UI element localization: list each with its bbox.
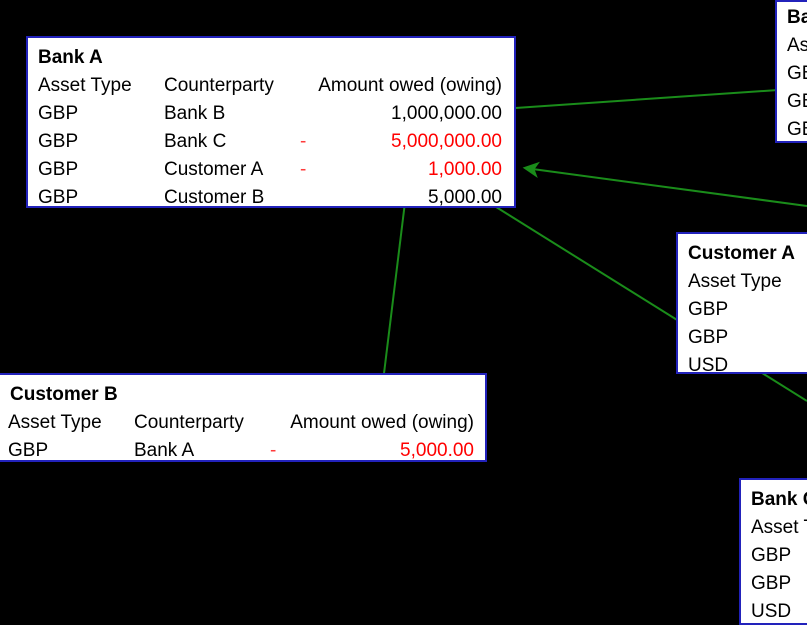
arrow-customer-a-to-bank-a bbox=[522, 161, 807, 207]
ledger-header-row: Asset Type Counterparty Amount owed (owi… bbox=[28, 72, 514, 100]
table-row[interactable]: GB bbox=[777, 88, 807, 116]
cell-asset-type: GBP bbox=[38, 159, 79, 180]
ledger-bank-b[interactable]: Ba Ass GB GB GB bbox=[775, 0, 807, 143]
cell-asset-type: GBP bbox=[38, 187, 79, 208]
cell-amount: 1,000,000.00 bbox=[391, 103, 502, 124]
ledger-title-customer-a: Customer A bbox=[688, 243, 795, 264]
table-row[interactable]: GBP bbox=[741, 542, 807, 570]
ledger-bank-c[interactable]: Bank C Asset T GBP GBP USD bbox=[739, 478, 807, 625]
cell-amount: 5,000.00 bbox=[428, 187, 502, 208]
ledger-title-bank-b: Ba bbox=[787, 7, 807, 28]
table-row[interactable]: GBP Customer A - 1,000.00 bbox=[28, 156, 514, 184]
column-header-asset-type: Asset Type bbox=[688, 271, 782, 292]
table-row[interactable]: GBP Bank C - 5,000,000.00 bbox=[28, 128, 514, 156]
diagram-canvas: Bank A Asset Type Counterparty Amount ow… bbox=[0, 0, 807, 625]
column-header-asset-type: Asset T bbox=[751, 517, 807, 538]
column-header-asset-type: Ass bbox=[787, 35, 807, 56]
cell-asset-type: USD bbox=[751, 601, 792, 622]
ledger-header-row: Asset Type Counterparty Amount owed (owi… bbox=[0, 409, 485, 437]
ledger-header-row: Ass bbox=[777, 32, 807, 60]
cell-asset-type: GBP bbox=[751, 545, 792, 566]
cell-asset-type: GB bbox=[787, 91, 807, 112]
column-header-asset-type: Asset Type bbox=[8, 412, 102, 433]
cell-asset-type: GBP bbox=[688, 299, 729, 320]
table-row[interactable]: GBP bbox=[741, 570, 807, 598]
cell-amount: 1,000.00 bbox=[428, 159, 502, 180]
cell-asset-type: GBP bbox=[8, 440, 49, 461]
ledger-title-customer-b: Customer B bbox=[10, 384, 118, 405]
cell-asset-type: GBP bbox=[688, 327, 729, 348]
column-header-asset-type: Asset Type bbox=[38, 75, 132, 96]
ledger-title-bank-c: Bank C bbox=[751, 489, 807, 510]
cell-asset-type: GBP bbox=[751, 573, 792, 594]
table-row[interactable]: GBP Bank B 1,000,000.00 bbox=[28, 100, 514, 128]
table-row[interactable]: GBP Bank A - 5,000.00 bbox=[0, 437, 485, 461]
cell-asset-type: GBP bbox=[38, 131, 79, 152]
column-header-amount: Amount owed (owing) bbox=[290, 412, 474, 433]
ledger-customer-a[interactable]: Customer A Asset Type GBP GBP USD bbox=[676, 232, 807, 374]
table-row[interactable]: GB bbox=[777, 116, 807, 141]
table-row[interactable]: GBP Customer B 5,000.00 bbox=[28, 184, 514, 208]
ledger-title-bank-a: Bank A bbox=[38, 47, 103, 68]
table-row[interactable]: GB bbox=[777, 60, 807, 88]
ledger-header-row: Asset T bbox=[741, 514, 807, 542]
ledger-customer-b[interactable]: Customer B Asset Type Counterparty Amoun… bbox=[0, 373, 487, 462]
ledger-header-row: Asset Type bbox=[678, 268, 807, 296]
arrow-bank-b-to-bank-a bbox=[498, 87, 807, 117]
table-row[interactable]: GBP bbox=[678, 296, 807, 324]
ledger-bank-a[interactable]: Bank A Asset Type Counterparty Amount ow… bbox=[26, 36, 516, 208]
cell-asset-type: GB bbox=[787, 63, 807, 84]
cell-amount: 5,000,000.00 bbox=[391, 131, 502, 152]
cell-asset-type: GB bbox=[787, 119, 807, 140]
table-row[interactable]: GBP bbox=[678, 324, 807, 352]
table-row[interactable]: USD bbox=[741, 598, 807, 623]
cell-asset-type: GBP bbox=[38, 103, 79, 124]
cell-amount: 5,000.00 bbox=[400, 440, 474, 461]
table-row[interactable]: USD bbox=[678, 352, 807, 374]
column-header-amount: Amount owed (owing) bbox=[318, 75, 502, 96]
cell-asset-type: USD bbox=[688, 355, 729, 374]
